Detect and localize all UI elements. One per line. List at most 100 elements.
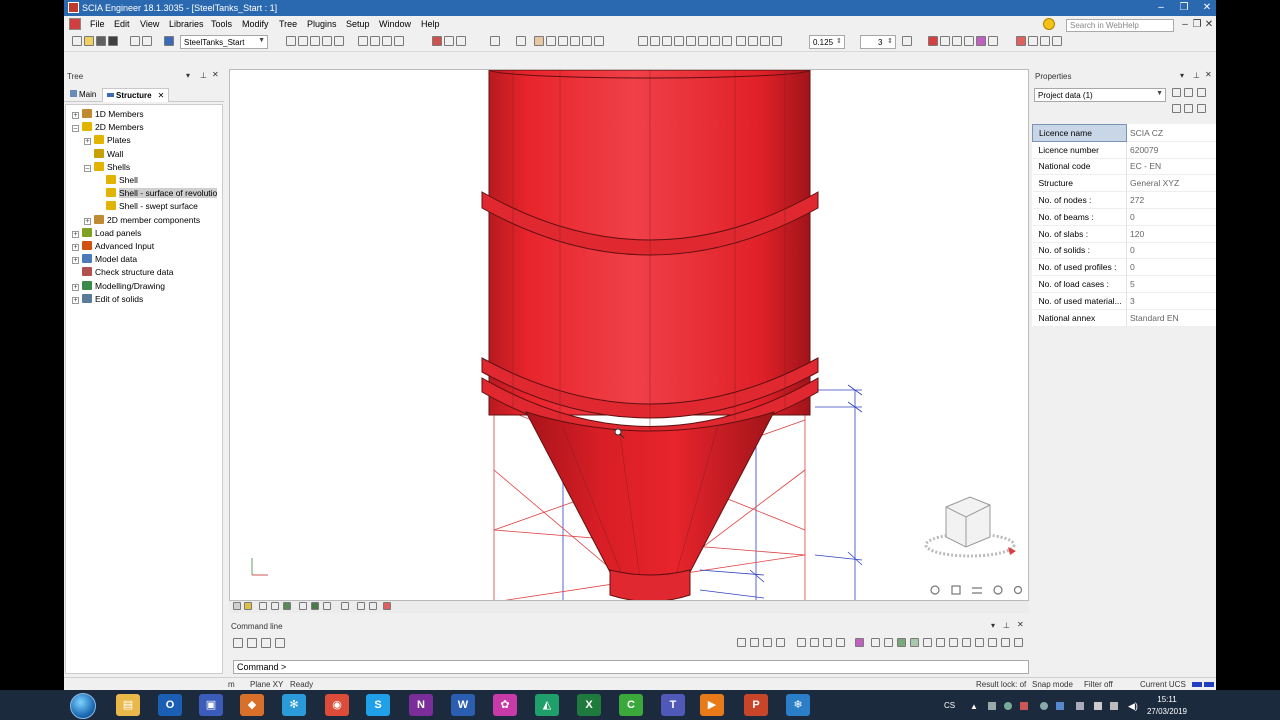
outlook-icon[interactable]: O bbox=[158, 694, 182, 716]
settings-icon[interactable] bbox=[1052, 36, 1062, 46]
smiley-icon[interactable] bbox=[1043, 18, 1055, 30]
expand-icon[interactable]: + bbox=[72, 244, 79, 251]
tab-structure[interactable]: Structure ✕ bbox=[102, 88, 170, 102]
menu-tools[interactable]: Tools bbox=[211, 19, 232, 29]
text-view-icon[interactable] bbox=[271, 602, 279, 610]
property-row[interactable]: No. of used profiles :0 bbox=[1032, 258, 1216, 277]
snap-icon[interactable] bbox=[936, 638, 945, 647]
tab-main[interactable]: Main bbox=[66, 88, 100, 102]
menu-view[interactable]: View bbox=[140, 19, 159, 29]
export-view-icon[interactable] bbox=[383, 602, 391, 610]
property-row[interactable]: Licence number 620079 bbox=[1032, 141, 1216, 159]
doc-close-button[interactable]: ✕ bbox=[1202, 19, 1216, 31]
tray-app-icon[interactable] bbox=[1076, 702, 1084, 710]
tree-node[interactable]: + Advanced Input bbox=[72, 241, 154, 253]
snap-icon[interactable] bbox=[949, 638, 958, 647]
expand-icon[interactable]: + bbox=[72, 257, 79, 265]
snap-icon[interactable] bbox=[884, 638, 893, 647]
cmd-tool-icon[interactable] bbox=[275, 638, 285, 648]
close-icon[interactable]: ✕ bbox=[1205, 70, 1212, 79]
grid-view-icon[interactable] bbox=[299, 602, 307, 610]
undo-icon[interactable] bbox=[130, 36, 140, 46]
snap-icon[interactable] bbox=[923, 638, 932, 647]
color-view-icon[interactable] bbox=[369, 602, 377, 610]
tree-node[interactable]: +1D Members bbox=[72, 109, 144, 121]
properties-combo[interactable]: Project data (1) ▼ bbox=[1034, 88, 1166, 102]
report-icon[interactable] bbox=[382, 36, 392, 46]
snap-icon[interactable] bbox=[988, 638, 997, 647]
language-indicator[interactable]: CS bbox=[944, 701, 955, 710]
close-icon[interactable]: ✕ bbox=[1017, 620, 1024, 629]
menu-file[interactable]: File bbox=[90, 19, 105, 29]
snap-icon[interactable] bbox=[750, 638, 759, 647]
powerpoint-icon[interactable]: P bbox=[744, 694, 768, 716]
brush-icon[interactable] bbox=[1172, 104, 1181, 113]
light-icon[interactable] bbox=[244, 602, 252, 610]
view-icon[interactable] bbox=[298, 36, 308, 46]
status-result-lock[interactable]: Result lock: of bbox=[976, 680, 1026, 689]
search-input[interactable]: Search in WebHelp bbox=[1066, 19, 1174, 32]
project-icon[interactable] bbox=[164, 36, 174, 46]
print-icon[interactable] bbox=[358, 36, 368, 46]
solid-icon[interactable] bbox=[722, 36, 732, 46]
menu-setup[interactable]: Setup bbox=[346, 19, 370, 29]
open-icon[interactable] bbox=[84, 36, 94, 46]
tree-node[interactable]: +2D member components bbox=[84, 214, 200, 227]
render-icon[interactable] bbox=[310, 36, 320, 46]
filter-icon[interactable] bbox=[456, 36, 466, 46]
material-icon[interactable] bbox=[322, 36, 332, 46]
shade-icon[interactable] bbox=[686, 36, 696, 46]
load-icon[interactable] bbox=[570, 36, 580, 46]
select-icon[interactable] bbox=[432, 36, 442, 46]
cmd-tool-icon[interactable] bbox=[247, 638, 257, 648]
property-row[interactable]: No. of load cases :5 bbox=[1032, 275, 1216, 293]
pin-icon[interactable]: ⊥ bbox=[1003, 621, 1010, 630]
mirror-icon[interactable] bbox=[902, 36, 912, 46]
node-icon[interactable] bbox=[594, 36, 604, 46]
wireframe-icon[interactable] bbox=[698, 36, 708, 46]
tray-app-icon[interactable] bbox=[1020, 702, 1028, 710]
scale-spinner[interactable]: 0.125 ⇕ bbox=[809, 35, 845, 49]
label-icon[interactable] bbox=[650, 36, 660, 46]
command-input[interactable]: Command > bbox=[233, 660, 1029, 674]
property-row[interactable]: No. of slabs :120 bbox=[1032, 225, 1216, 243]
word-icon[interactable]: W bbox=[451, 694, 475, 716]
tree-node[interactable]: – 2D Members bbox=[72, 122, 144, 134]
grid-icon[interactable] bbox=[516, 36, 526, 46]
menu-help[interactable]: Help bbox=[421, 19, 440, 29]
snap-icon[interactable] bbox=[776, 638, 785, 647]
frame-icon[interactable] bbox=[582, 36, 592, 46]
snap-icon[interactable] bbox=[1014, 638, 1023, 647]
layer-icon[interactable] bbox=[286, 36, 296, 46]
tree-node[interactable]: Shell - swept surface bbox=[96, 201, 198, 213]
pane-menu-icon[interactable]: ▾ bbox=[1180, 71, 1184, 80]
render-view-icon[interactable] bbox=[283, 602, 291, 610]
picture-icon[interactable] bbox=[394, 36, 404, 46]
table-icon[interactable] bbox=[988, 36, 998, 46]
property-row[interactable]: No. of nodes :272 bbox=[1032, 191, 1216, 209]
3d-viewport[interactable] bbox=[229, 69, 1029, 601]
collapse-icon[interactable]: – bbox=[72, 125, 79, 133]
start-button[interactable] bbox=[70, 693, 96, 719]
cmd-tool-icon[interactable] bbox=[233, 638, 243, 648]
tree-node[interactable]: + Modelling/Drawing bbox=[72, 280, 165, 293]
save-disk-icon[interactable]: ▣ bbox=[199, 694, 223, 716]
table-view-icon[interactable] bbox=[357, 602, 365, 610]
expand-icon[interactable]: + bbox=[72, 296, 79, 304]
iso-view-icon[interactable] bbox=[772, 36, 782, 46]
pane-menu-icon[interactable]: ▾ bbox=[991, 621, 995, 630]
tray-app-icon[interactable] bbox=[1056, 702, 1064, 710]
tab-close-icon[interactable]: ✕ bbox=[158, 91, 165, 100]
snow-app-icon[interactable]: ❄ bbox=[786, 694, 810, 716]
color-icon[interactable] bbox=[976, 36, 986, 46]
tree-node[interactable]: + Load panels bbox=[72, 227, 141, 240]
property-row[interactable]: Structure General XYZ bbox=[1032, 174, 1216, 193]
member-icon[interactable] bbox=[534, 36, 544, 46]
snap-icon[interactable] bbox=[797, 638, 806, 647]
menu-modify[interactable]: Modify bbox=[242, 19, 269, 29]
snap-icon[interactable] bbox=[737, 638, 746, 647]
snap-icon[interactable] bbox=[810, 638, 819, 647]
tray-app-icon[interactable] bbox=[1004, 702, 1012, 710]
results-icon[interactable] bbox=[952, 36, 962, 46]
tree-node[interactable]: + Plates bbox=[84, 135, 131, 147]
